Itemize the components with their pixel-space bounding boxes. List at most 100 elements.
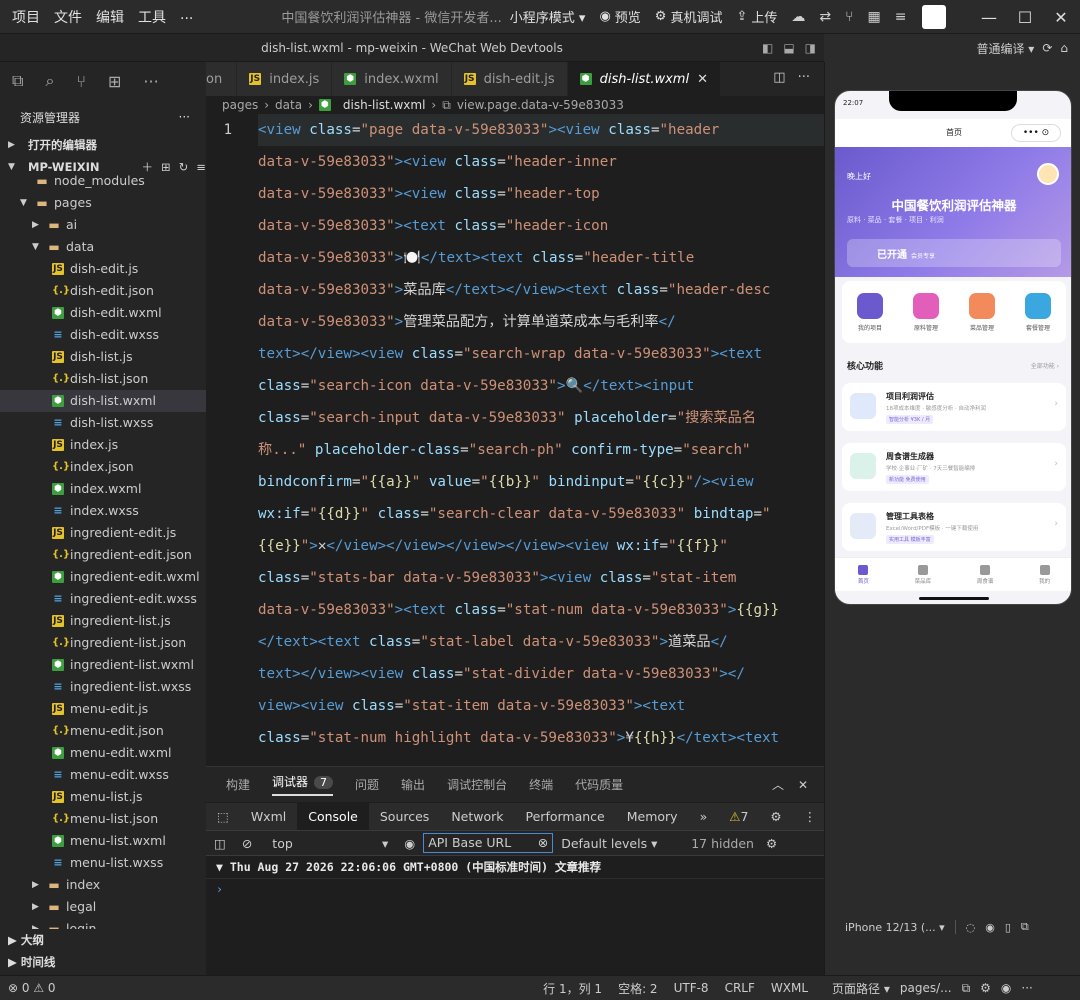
clear-console-icon[interactable]: ⊘ [234,836,260,851]
console-output[interactable]: ▼ Thu Aug 27 2026 22:06:06 GMT+0800 (中国标… [206,856,824,975]
tree-file[interactable]: ⬢ dish-edit.wxml [0,302,206,324]
code-content[interactable]: <view class="page data-v-59e83033"><view… [258,114,824,754]
menu-more[interactable]: ... [180,7,193,27]
menu-icon[interactable]: ≡ [895,9,907,25]
tab-sources[interactable]: Sources [369,803,440,831]
tree-file[interactable]: ⬢ ingredient-list.wxml [0,654,206,676]
layout-icon[interactable]: ▦ [868,9,881,25]
editor-tab[interactable]: ⬢ index.wxml [332,62,452,96]
close-panel-icon[interactable]: ✕ [798,778,808,792]
tree-file[interactable]: {.} menu-edit.json [0,720,206,742]
clear-filter-icon[interactable]: ⊗ [538,834,548,852]
tree-folder[interactable]: ▶ ▬ index [0,874,206,896]
line-ending[interactable]: CRLF [725,981,755,995]
quick-grid-item[interactable]: 套餐管理 [1025,292,1051,332]
feature-card[interactable]: 周食谱生成器 学校·企事业·厂矿 · 7天三餐智能编排 新功能 免费使用 › [842,443,1066,491]
phone-tab[interactable]: 我的 [1039,564,1050,585]
phone-screen[interactable]: 22:07 首页 ••• ⊙ 晚上好 中国餐饮利润评估神器 原料 · 菜品 · … [834,90,1072,605]
menu-tools[interactable]: 工具 [138,7,166,27]
code-editor[interactable]: 1 <view class="page data-v-59e83033"><vi… [206,114,824,766]
code-line[interactable]: </text><text class="stat-label data-v-59… [258,626,824,658]
cursor-position[interactable]: 行 1，列 1 [543,980,602,997]
tree-file[interactable]: {.} index.json [0,456,206,478]
tree-file[interactable]: JS ingredient-edit.js [0,522,206,544]
kebab-icon[interactable]: ⋮ [793,803,828,831]
preview-eye-icon[interactable]: ◉ [1001,981,1011,995]
tree-file[interactable]: {.} ingredient-list.json [0,632,206,654]
code-line[interactable]: text></view><view class="search-wrap dat… [258,338,824,370]
code-line[interactable]: text></view><view class="stat-divider da… [258,658,824,690]
editor-tab[interactable]: on [206,62,238,96]
page-path-select[interactable]: 页面路径 ▾ [832,980,890,997]
code-line[interactable]: data-v-59e83033"><view class="header-top [258,178,824,210]
code-line[interactable]: data-v-59e83033">菜品库</text></view><text … [258,274,824,306]
code-line[interactable]: wx:if="{{d}}" class="search-clear data-v… [258,498,824,530]
code-line[interactable]: <view class="page data-v-59e83033"><view… [258,114,824,146]
vip-banner[interactable]: 已开通 会员专享 [847,239,1061,267]
cloud-icon[interactable]: ☁ [791,9,805,25]
tab-network[interactable]: Network [440,803,514,831]
mode-select[interactable]: 小程序模式 ▾ [510,7,586,26]
feature-card[interactable]: 项目利润评估 18项成本维度 · 敏感度分析 · 自动净利润 智能分析 ¥3K / … [842,383,1066,431]
section-more[interactable]: 全部功能 › [1031,361,1059,370]
tree-file[interactable]: ⬢ menu-edit.wxml [0,742,206,764]
breadcrumb-data[interactable]: data [275,98,302,112]
more-tabs-icon[interactable]: » [689,803,719,831]
split-editor-icon[interactable]: ◫ [773,70,785,85]
tree-file[interactable]: JS menu-edit.js [0,698,206,720]
editor-tab[interactable]: ⬢ dish-list.wxml ✕ [567,62,721,96]
page-path-value[interactable]: pages/... [900,981,952,995]
quick-grid-item[interactable]: 菜品管理 [969,292,995,332]
tree-file[interactable]: ≡ index.wxss [0,500,206,522]
settings-icon[interactable]: ⚙ [759,803,792,831]
avatar[interactable] [922,5,946,29]
encoding[interactable]: UTF-8 [674,981,709,995]
tab-more-icon[interactable]: ··· [798,70,810,85]
toggle-aux-icon[interactable]: ◨ [805,34,816,62]
toggle-panel-icon[interactable]: ⬓ [783,34,794,62]
clear-cache-icon[interactable]: ⌂ [1060,41,1068,55]
code-line[interactable]: data-v-59e83033">🍽️</text><text class="h… [258,242,824,274]
compile-mode-select[interactable]: 普通编译 ▾ [976,40,1034,57]
tree-file[interactable]: {.} ingredient-edit.json [0,544,206,566]
refresh-explorer-icon[interactable]: ↻ [179,156,189,178]
editor-tab[interactable]: JS dish-edit.js [451,62,568,96]
console-settings-icon[interactable]: ⚙ [754,836,777,851]
tree-file[interactable]: {.} dish-edit.json [0,280,206,302]
menu-edit[interactable]: 编辑 [96,7,124,27]
quick-grid-item[interactable]: 原料管理 [913,292,939,332]
upload-button[interactable]: ⇪ 上传 [736,7,777,26]
code-line[interactable]: class="search-icon data-v-59e83033">🔍</t… [258,370,824,402]
code-line[interactable]: class="stat-num highlight data-v-59e8303… [258,722,824,754]
tree-file[interactable]: JS dish-edit.js [0,258,206,280]
open-editors-section[interactable]: ▶ 打开的编辑器 [0,134,206,156]
phone-tab[interactable]: 菜品库 [915,564,931,585]
search-icon[interactable]: ⌕ [45,71,54,91]
inspect-icon[interactable]: ⬚ [206,803,240,831]
more-icon[interactable]: ··· [143,72,158,91]
code-line[interactable]: 称..." placeholder-class="search-ph" conf… [258,434,824,466]
sidebar-toggle-icon[interactable]: ◫ [206,836,234,851]
warning-counter[interactable]: ⚠7 [718,803,759,831]
tree-file[interactable]: {.} menu-list.json [0,808,206,830]
extensions-icon[interactable]: ⊞ [108,72,121,91]
tree-file[interactable]: ⬢ ingredient-edit.wxml [0,566,206,588]
menu-file[interactable]: 文件 [54,7,82,27]
tree-file[interactable]: ⬢ menu-list.wxml [0,830,206,852]
explorer-icon[interactable]: ⧉ [12,71,23,91]
user-avatar[interactable] [1037,163,1059,185]
code-line[interactable]: {{e}}">✕</view></view></view></view><vie… [258,530,824,562]
tab-code-quality[interactable]: 代码质量 [575,776,623,793]
indentation[interactable]: 空格: 2 [618,980,658,997]
tree-file[interactable]: ≡ menu-list.wxss [0,852,206,874]
context-select[interactable]: top ▾ [260,836,396,851]
language-mode[interactable]: WXML [771,981,808,995]
tree-folder[interactable]: ▶ ▬ ai [0,214,206,236]
breadcrumb-element[interactable]: view.page.data-v-59e83033 [457,98,624,112]
preview-button[interactable]: ◉ 预览 [599,7,640,26]
timeline-section[interactable]: ▶ 时间线 [0,951,206,973]
code-line[interactable]: view><view class="stat-item data-v-59e83… [258,690,824,722]
more-icon[interactable]: ··· [1021,981,1032,995]
tree-file[interactable]: JS menu-list.js [0,786,206,808]
tab-build[interactable]: 构建 [226,776,250,793]
